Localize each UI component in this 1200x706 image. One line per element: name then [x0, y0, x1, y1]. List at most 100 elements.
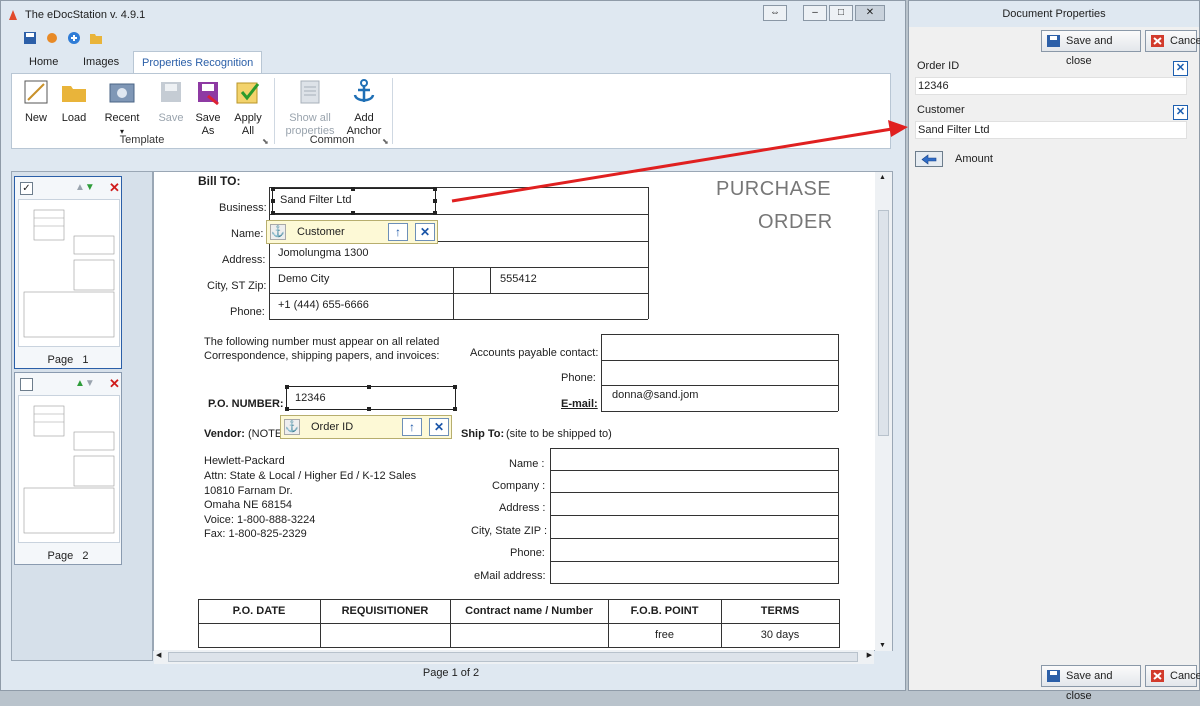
- common-group-label: Common: [309, 134, 355, 146]
- grid-line: [269, 267, 648, 268]
- window-title: The eDocStation v. 4.9.1: [25, 9, 146, 21]
- folder-icon[interactable]: [89, 31, 103, 45]
- grid-line: [550, 448, 839, 449]
- resize-handle[interactable]: [285, 385, 289, 389]
- table-header: F.O.B. POINT: [630, 605, 699, 617]
- add-anchor-label-1: Add: [354, 112, 374, 124]
- scroll-left-icon[interactable]: ◀: [156, 651, 161, 659]
- ship-company-label: Company :: [492, 480, 546, 492]
- vendor-line: Voice: 1-800-888-3224: [204, 514, 316, 526]
- save-as-label-1: Save: [195, 112, 221, 124]
- tab-images[interactable]: Images: [75, 51, 127, 73]
- table-header: TERMS: [760, 605, 800, 617]
- horizontal-scrollbar[interactable]: ◀ ▶: [154, 650, 874, 664]
- save-template-button[interactable]: Save: [156, 78, 186, 125]
- resize-handle[interactable]: [367, 407, 371, 411]
- grid-line: [269, 187, 270, 319]
- resize-handle[interactable]: [433, 187, 437, 191]
- ribbon-panel: New Load Recent ▾ Save Save As Apply All…: [11, 73, 891, 149]
- grid-line: [550, 561, 839, 562]
- select-amount-button[interactable]: [915, 151, 943, 167]
- resize-handle[interactable]: [271, 211, 275, 215]
- dialog-launcher-icon[interactable]: ⬊: [382, 137, 389, 146]
- business-value: Sand Filter Ltd: [280, 194, 352, 206]
- resize-handle[interactable]: [433, 211, 437, 215]
- new-button[interactable]: New: [20, 78, 52, 125]
- vertical-scrollbar[interactable]: ▲ ▼: [875, 172, 892, 651]
- move-up-button[interactable]: ↑: [388, 223, 408, 241]
- save-and-close-button-bottom[interactable]: Save and close: [1041, 665, 1141, 702]
- customer-field[interactable]: Sand Filter Ltd: [915, 121, 1187, 139]
- resize-handle[interactable]: [433, 199, 437, 203]
- phone-value: +1 (444) 655-6666: [278, 299, 369, 311]
- page-thumbnail[interactable]: ✓ ▲▼ ✕ Page 1: [14, 176, 122, 369]
- resize-handle[interactable]: [351, 211, 355, 215]
- scroll-thumb[interactable]: [168, 652, 858, 662]
- recent-button[interactable]: Recent ▾: [102, 78, 142, 138]
- grid-line: [601, 334, 602, 411]
- undo-icon[interactable]: [45, 31, 59, 45]
- move-down-icon[interactable]: ▼: [85, 182, 95, 193]
- resize-handle[interactable]: [453, 407, 457, 411]
- document-view[interactable]: Bill TO: PURCHASE ORDER Business: Name: …: [153, 171, 893, 651]
- remove-anchor-button[interactable]: ✕: [429, 418, 449, 436]
- resize-icon[interactable]: ⇔: [763, 5, 787, 21]
- show-all-properties-button[interactable]: Show all properties: [284, 78, 336, 138]
- page-preview-image: [23, 209, 115, 338]
- move-up-icon[interactable]: ▲: [75, 182, 85, 193]
- resize-handle[interactable]: [271, 199, 275, 203]
- move-page-arrows[interactable]: ▲▼: [75, 182, 95, 193]
- business-selection-box[interactable]: Sand Filter Ltd: [271, 187, 437, 215]
- scroll-thumb[interactable]: [878, 210, 889, 436]
- cancel-button-bottom[interactable]: Cancel: [1145, 665, 1200, 687]
- table-cell: free: [655, 629, 674, 641]
- anchor-icon[interactable]: ⚓: [270, 224, 286, 240]
- move-page-arrows[interactable]: ▲▼: [75, 378, 95, 389]
- clear-field-icon[interactable]: ✕: [1173, 61, 1188, 76]
- move-down-icon[interactable]: ▼: [85, 378, 95, 389]
- save-as-button[interactable]: Save As: [192, 78, 224, 138]
- order-id-field[interactable]: 12346: [915, 77, 1187, 95]
- resize-handle[interactable]: [271, 187, 275, 191]
- page-preview: [18, 199, 120, 347]
- cancel-icon: [1151, 670, 1164, 682]
- maximize-button[interactable]: □: [829, 5, 853, 21]
- scroll-up-icon[interactable]: ▲: [879, 174, 886, 181]
- scroll-right-icon[interactable]: ▶: [867, 651, 872, 659]
- add-anchor-button[interactable]: Add Anchor: [344, 78, 384, 138]
- panel-title: Document Properties: [909, 1, 1199, 27]
- move-up-button[interactable]: ↑: [402, 418, 422, 436]
- save-and-close-button[interactable]: Save and close: [1041, 30, 1141, 67]
- resize-handle[interactable]: [367, 385, 371, 389]
- po-number-selection-box[interactable]: 12346: [285, 385, 457, 411]
- close-window-button[interactable]: ✕: [855, 5, 885, 21]
- minimize-button[interactable]: –: [803, 5, 827, 21]
- dialog-launcher-icon[interactable]: ⬊: [262, 137, 269, 146]
- document-properties-panel: Document Properties Save and close Cance…: [908, 0, 1200, 702]
- save-icon[interactable]: [23, 31, 37, 45]
- apply-all-button[interactable]: Apply All: [230, 78, 266, 138]
- move-up-icon[interactable]: ▲: [75, 378, 85, 389]
- resize-handle[interactable]: [285, 407, 289, 411]
- apply-all-label-2: All: [241, 125, 255, 137]
- template-group-label: Template: [119, 134, 165, 146]
- resize-handle[interactable]: [453, 385, 457, 389]
- remove-anchor-button[interactable]: ✕: [415, 223, 435, 241]
- vendor-line: Attn: State & Local / Higher Ed / K-12 S…: [204, 470, 417, 482]
- page-checkbox[interactable]: [20, 378, 33, 391]
- delete-page-icon[interactable]: ✕: [109, 376, 120, 392]
- tab-home[interactable]: Home: [21, 51, 66, 73]
- load-button[interactable]: Load: [56, 78, 92, 125]
- resize-handle[interactable]: [351, 187, 355, 191]
- delete-page-icon[interactable]: ✕: [109, 180, 120, 196]
- scroll-down-icon[interactable]: ▼: [879, 642, 886, 649]
- page-checkbox[interactable]: ✓: [20, 182, 33, 195]
- recent-button-label: Recent: [104, 112, 140, 124]
- add-icon[interactable]: [67, 31, 81, 45]
- clear-field-icon[interactable]: ✕: [1173, 105, 1188, 120]
- vendor-line: Fax: 1-800-825-2329: [204, 528, 307, 540]
- cancel-button[interactable]: Cancel: [1145, 30, 1200, 52]
- tab-properties-recognition[interactable]: Properties Recognition: [133, 51, 263, 73]
- page-thumbnail[interactable]: ▲▼ ✕ Page 2: [14, 372, 122, 565]
- anchor-icon[interactable]: ⚓: [284, 419, 300, 435]
